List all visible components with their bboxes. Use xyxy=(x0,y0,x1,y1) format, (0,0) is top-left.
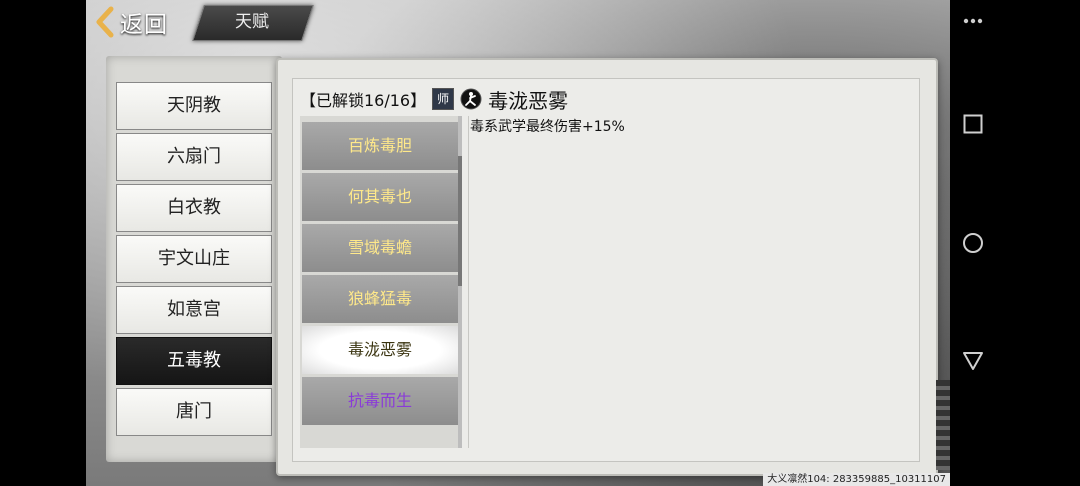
sect-item[interactable]: 唐门 xyxy=(116,388,272,436)
home-circle-icon[interactable] xyxy=(961,231,985,255)
talent-title: 毒泷恶雾 xyxy=(488,88,569,113)
tier-badge: 师 xyxy=(432,88,455,110)
talent-item[interactable]: 雪域毒蟾 xyxy=(302,224,458,272)
recents-square-icon[interactable] xyxy=(961,112,985,136)
game-screen: 返回 天赋 天阴教 六扇门 白衣教 宇文山庄 如意宫 五毒教 唐门 【已解锁16/16】 师… xyxy=(86,0,950,486)
talent-item[interactable]: 百炼毒胆 xyxy=(302,122,458,170)
android-nav-bar xyxy=(950,0,1080,486)
sect-item[interactable]: 五毒教 xyxy=(116,337,272,385)
sect-item[interactable]: 如意宫 xyxy=(116,286,272,334)
back-button[interactable]: 返回 xyxy=(94,2,186,42)
talent-header: 【已解锁16/16】 师 毒泷恶雾 xyxy=(300,84,568,114)
talent-description: 毒系武学最终伤害+15% xyxy=(470,119,625,135)
sect-item[interactable]: 六扇门 xyxy=(116,133,272,181)
talent-item[interactable]: 何其毒也 xyxy=(302,173,458,221)
back-button-label: 返回 xyxy=(120,12,168,38)
sect-item[interactable]: 天阴教 xyxy=(116,82,272,130)
talent-item[interactable]: 抗毒而生 xyxy=(302,377,458,425)
talent-description-area xyxy=(468,116,909,448)
talent-panel: 【已解锁16/16】 师 毒泷恶雾 百炼毒胆 何其毒也 雪域毒蟾 狼蜂猛毒 毒泷恶雾 抗毒… xyxy=(276,58,938,476)
martial-stance-icon xyxy=(460,88,482,110)
back-triangle-icon[interactable] xyxy=(961,349,985,373)
scroll-rod-decoration xyxy=(936,380,950,470)
tab-talent-label: 天赋 xyxy=(235,12,269,32)
talent-list-scroll-thumb[interactable] xyxy=(458,156,462,286)
sect-item[interactable]: 宇文山庄 xyxy=(116,235,272,283)
talent-list[interactable]: 百炼毒胆 何其毒也 雪域毒蟾 狼蜂猛毒 毒泷恶雾 抗毒而生 xyxy=(300,116,462,448)
top-bar: 返回 天赋 xyxy=(86,0,950,44)
player-info-footer: 大义凛然104: 283359885_10311107 xyxy=(763,473,950,486)
sect-list-panel[interactable]: 天阴教 六扇门 白衣教 宇文山庄 如意宫 五毒教 唐门 xyxy=(106,56,282,462)
chevron-left-icon xyxy=(96,6,114,38)
sect-item[interactable]: 白衣教 xyxy=(116,184,272,232)
talent-item[interactable]: 狼蜂猛毒 xyxy=(302,275,458,323)
unlock-progress-label: 【已解锁16/16】 xyxy=(300,91,427,110)
menu-dots-icon[interactable] xyxy=(961,9,985,33)
talent-item[interactable]: 毒泷恶雾 xyxy=(302,326,458,374)
